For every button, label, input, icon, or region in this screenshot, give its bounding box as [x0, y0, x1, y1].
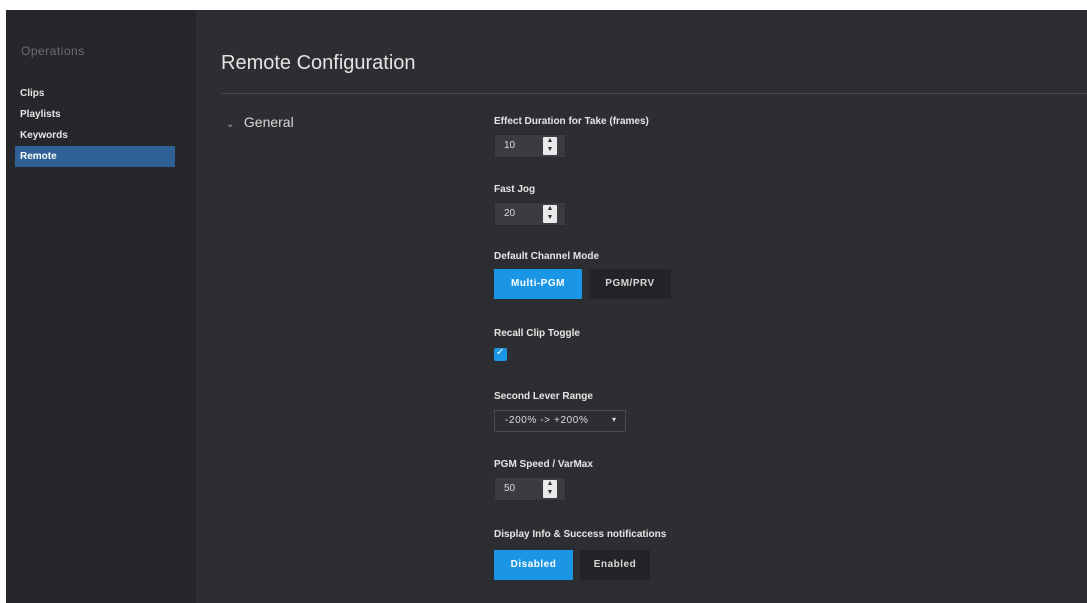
pgm-speed-label: PGM Speed / VarMax [494, 459, 593, 470]
section-toggle-general[interactable]: ⌄ General [226, 114, 294, 130]
decrement-icon[interactable]: ▼ [544, 146, 556, 154]
increment-icon[interactable]: ▲ [544, 480, 556, 488]
recall-clip-checkbox[interactable]: ✓ [494, 347, 507, 361]
pgm-speed-spinner: ▲ ▼ [543, 480, 557, 498]
decrement-icon[interactable]: ▼ [544, 489, 556, 497]
sidebar-item-remote[interactable]: Remote [15, 146, 175, 167]
sidebar-item-clips[interactable]: Clips [15, 83, 175, 104]
channel-mode-multi-pgm-button[interactable]: Multi-PGM [494, 269, 582, 299]
fast-jog-label: Fast Jog [494, 184, 536, 195]
fast-jog-value: 20 [504, 208, 516, 219]
notifications-enabled-button[interactable]: Enabled [580, 550, 650, 580]
effect-duration-spinner: ▲ ▼ [543, 137, 557, 155]
sidebar-item-playlists[interactable]: Playlists [15, 104, 175, 125]
pgm-speed-input[interactable]: 50 ▲ ▼ [494, 477, 566, 501]
sidebar-nav: Clips Playlists Keywords Remote [15, 83, 175, 167]
main-panel: Remote Configuration ⌄ General Effect Du… [196, 10, 1087, 603]
effect-duration-input[interactable]: 10 ▲ ▼ [494, 134, 566, 158]
sidebar-item-keywords[interactable]: Keywords [15, 125, 175, 146]
fast-jog-input[interactable]: 20 ▲ ▼ [494, 202, 566, 226]
section-label: General [243, 114, 294, 130]
chevron-down-icon: ⌄ [226, 119, 235, 130]
notifications-disabled-button[interactable]: Disabled [494, 550, 573, 580]
increment-icon[interactable]: ▲ [544, 205, 556, 213]
channel-mode-pgm-prv-button[interactable]: PGM/PRV [589, 269, 671, 299]
second-lever-value: -200% -> +200% [505, 415, 589, 426]
sidebar: Operations Clips Playlists Keywords Remo… [6, 10, 196, 603]
channel-mode-label: Default Channel Mode [494, 251, 600, 262]
check-icon: ✓ [496, 347, 505, 358]
notifications-label: Display Info & Success notifications [494, 529, 667, 540]
pgm-speed-value: 50 [504, 483, 516, 494]
second-lever-select[interactable]: -200% -> +200% ▾ [494, 410, 626, 432]
effect-duration-label: Effect Duration for Take (frames) [494, 116, 649, 127]
recall-clip-label: Recall Clip Toggle [494, 328, 580, 339]
app-window: Operations Clips Playlists Keywords Remo… [6, 10, 1087, 603]
decrement-icon[interactable]: ▼ [544, 214, 556, 222]
sidebar-title: Operations [21, 44, 85, 58]
effect-duration-value: 10 [504, 140, 516, 151]
title-divider [221, 93, 1087, 94]
second-lever-label: Second Lever Range [494, 391, 593, 402]
page-title: Remote Configuration [221, 52, 416, 74]
increment-icon[interactable]: ▲ [544, 137, 556, 145]
fast-jog-spinner: ▲ ▼ [543, 205, 557, 223]
dropdown-caret-icon: ▾ [611, 415, 616, 424]
